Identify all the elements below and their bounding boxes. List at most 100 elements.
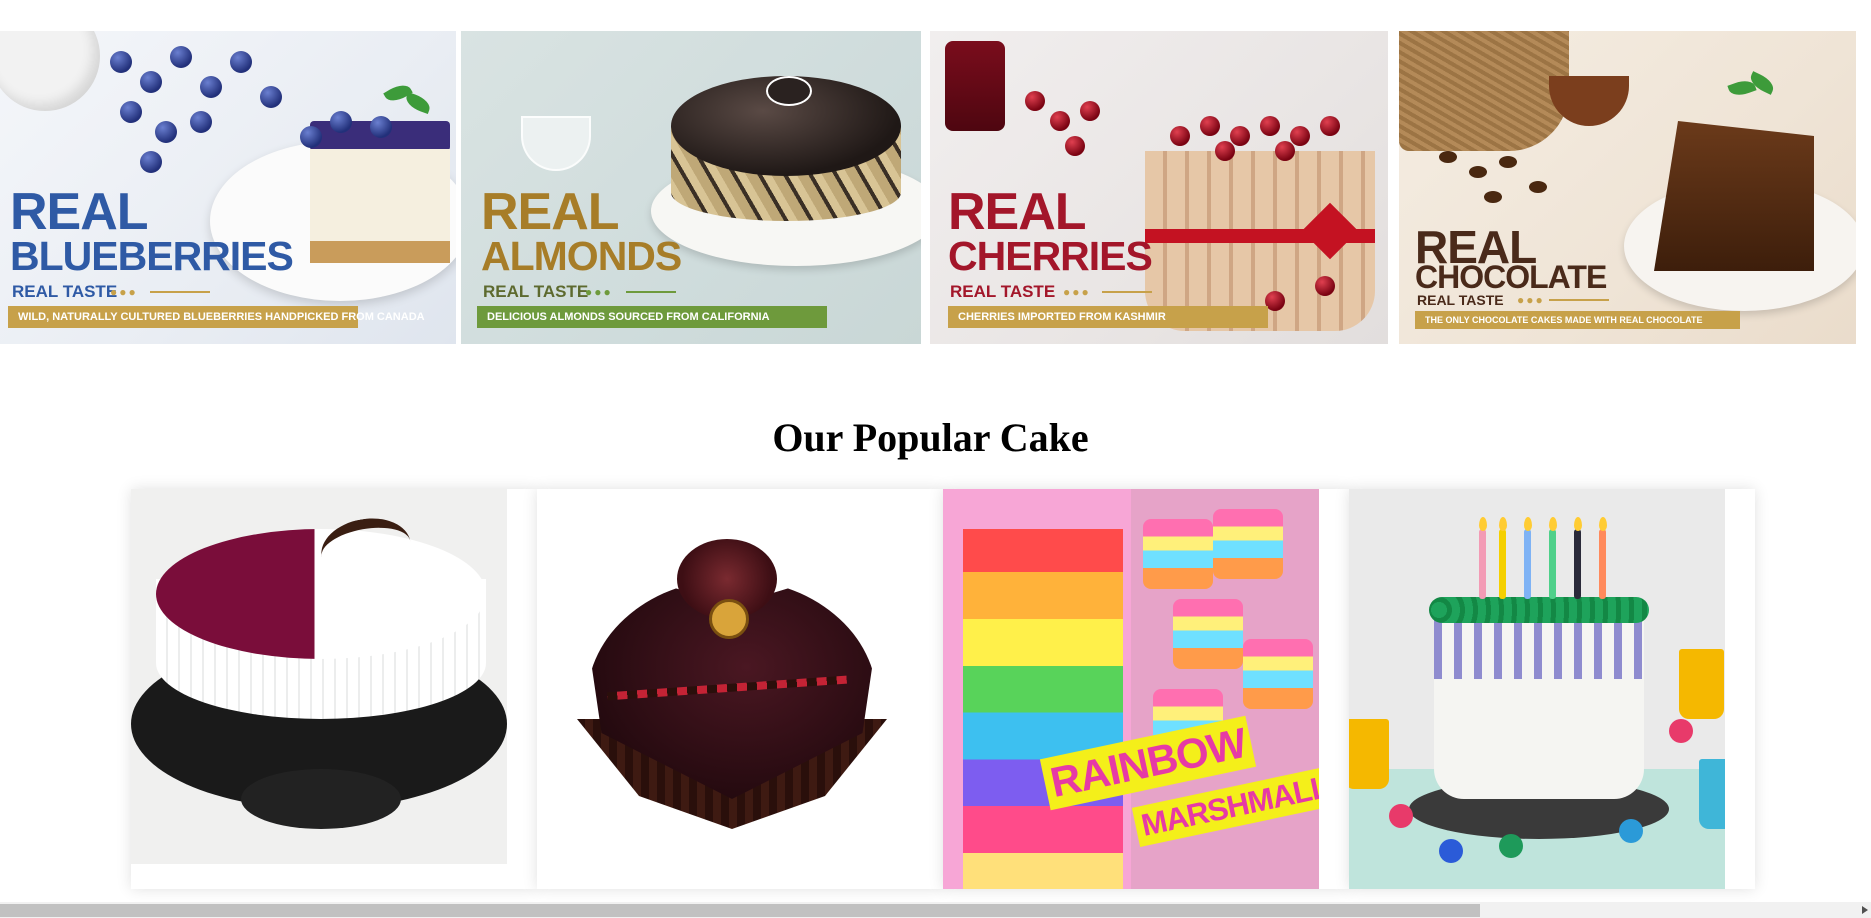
banner-taste-text: REAL TASTE	[1417, 292, 1504, 308]
taste-divider	[1102, 291, 1152, 293]
blueberry-icon	[140, 71, 162, 93]
heart-chocolate-cake-image[interactable]	[537, 489, 913, 889]
cocoa-bean-icon	[1529, 181, 1547, 193]
popular-cake-card[interactable]	[537, 489, 943, 889]
taste-dots-icon: ●●●	[585, 285, 613, 299]
blueberry-icon	[170, 46, 192, 68]
cherry-icon	[1275, 141, 1295, 161]
taste-divider	[150, 291, 210, 293]
blueberry-icon	[330, 111, 352, 133]
party-cup-icon	[1679, 649, 1724, 719]
banner-ribbon: CHERRIES IMPORTED FROM KASHMIR	[948, 306, 1268, 328]
banner-real-text: REAL	[481, 183, 620, 241]
pompom-icon	[1389, 804, 1413, 828]
cherry-icon	[1265, 291, 1285, 311]
candle-icon	[1499, 529, 1506, 599]
flame-icon	[1599, 517, 1607, 531]
banner-ribbon: WILD, NATURALLY CULTURED BLUEBERRIES HAN…	[8, 306, 425, 328]
cup-image	[0, 31, 100, 111]
cocoa-bean-icon	[1484, 191, 1502, 203]
pompom-icon	[1439, 839, 1463, 863]
banner-blueberries[interactable]: REAL BLUEBERRIES REAL TASTE ●●● WILD, NA…	[0, 31, 456, 344]
banner-taste-text: REAL TASTE	[12, 282, 118, 301]
brand-seal-icon	[709, 599, 749, 639]
banner-taste-text: REAL TASTE	[950, 282, 1056, 301]
blueberry-icon	[120, 101, 142, 123]
rainbow-marshmallows-image[interactable]: RAINBOW MARSHMALLOWS	[943, 489, 1319, 889]
cocoa-bean-icon	[1469, 166, 1487, 178]
candle-icon	[1574, 529, 1581, 599]
banner-name-text: CHOCOLATE	[1415, 259, 1607, 295]
section-title: Our Popular Cake	[772, 415, 1089, 460]
banner-real-text: REAL	[948, 183, 1087, 241]
blueberry-icon	[140, 151, 162, 173]
blueberry-icon	[260, 86, 282, 108]
popular-cake-card[interactable]: RAINBOW MARSHMALLOWS	[943, 489, 1349, 889]
candle-icon	[1524, 529, 1531, 599]
party-cup-icon	[1699, 759, 1725, 829]
banner-almonds[interactable]: REAL ALMONDS REAL TASTE ●●● DELICIOUS AL…	[461, 31, 921, 344]
cherry-icon	[1290, 126, 1310, 146]
birthday-drip-cake-image[interactable]	[1349, 489, 1725, 889]
pompom-icon	[1669, 719, 1693, 743]
blueberry-icon	[190, 111, 212, 133]
cherry-icon	[1050, 111, 1070, 131]
cherry-icon	[1215, 141, 1235, 161]
cocoa-bean-icon	[1439, 151, 1457, 163]
cherry-icon	[1025, 91, 1045, 111]
cherry-icon	[1080, 101, 1100, 121]
cherry-icon	[1170, 126, 1190, 146]
taste-divider	[626, 291, 676, 293]
taste-dots-icon: ●●●	[1517, 293, 1545, 307]
flame-icon	[1574, 517, 1582, 531]
blueberry-icon	[230, 51, 252, 73]
mint-leaf-icon	[403, 91, 433, 115]
cherry-icon	[1065, 136, 1085, 156]
scroll-right-arrow-icon[interactable]	[1862, 906, 1868, 914]
cherry-icon	[1230, 126, 1250, 146]
cherry-icon	[1315, 276, 1335, 296]
pompom-icon	[1619, 819, 1643, 843]
jam-jar-image	[945, 41, 1005, 131]
popular-cake-card[interactable]	[131, 489, 537, 889]
taste-dots-icon: ●●●	[110, 285, 138, 299]
cocoa-sack-image	[1399, 31, 1569, 151]
cherry-icon	[1200, 116, 1220, 136]
banner-ribbon: THE ONLY CHOCOLATE CAKES MADE WITH REAL …	[1415, 311, 1740, 329]
cherry-icon	[1320, 116, 1340, 136]
flame-icon	[1524, 517, 1532, 531]
banner-name-text: ALMONDS	[481, 233, 682, 279]
banner-real-text: REAL	[10, 183, 149, 241]
cheesecake-image	[300, 121, 456, 271]
almond-cake-image	[651, 56, 921, 266]
flame-icon	[1549, 517, 1557, 531]
banner-taste-text: REAL TASTE	[483, 282, 589, 301]
horizontal-scrollbar[interactable]	[0, 902, 1871, 918]
cherry-icon	[1260, 116, 1280, 136]
taste-dots-icon: ●●●	[1063, 285, 1091, 299]
banner-name-text: BLUEBERRIES	[10, 233, 294, 279]
banner-name-text: CHERRIES	[948, 233, 1153, 279]
blueberry-icon	[155, 121, 177, 143]
candle-icon	[1549, 529, 1556, 599]
blueberry-icon	[200, 76, 222, 98]
banner-chocolate[interactable]: REAL CHOCOLATE REAL TASTE ●●● THE ONLY C…	[1399, 31, 1856, 344]
pompom-icon	[1499, 834, 1523, 858]
candle-icon	[1479, 529, 1486, 599]
glass-bowl-image	[521, 116, 591, 171]
blueberry-icon	[110, 51, 132, 73]
chocolate-cake-slice-image	[1624, 101, 1856, 311]
blueberry-icon	[370, 116, 392, 138]
candle-icon	[1599, 529, 1606, 599]
flame-icon	[1479, 517, 1487, 531]
blueberry-cheesecake-image[interactable]	[131, 489, 507, 864]
scrollbar-thumb[interactable]	[0, 904, 1480, 917]
blueberry-icon	[300, 126, 322, 148]
taste-divider	[1549, 299, 1609, 301]
banner-ribbon: DELICIOUS ALMONDS SOURCED FROM CALIFORNI…	[477, 306, 827, 328]
promo-banner-strip: REAL BLUEBERRIES REAL TASTE ●●● WILD, NA…	[0, 31, 1871, 344]
flame-icon	[1499, 517, 1507, 531]
popular-cake-card[interactable]	[1349, 489, 1755, 889]
banner-cherries[interactable]: REAL CHERRIES REAL TASTE ●●● CHERRIES IM…	[930, 31, 1388, 344]
party-cup-icon	[1349, 719, 1389, 789]
